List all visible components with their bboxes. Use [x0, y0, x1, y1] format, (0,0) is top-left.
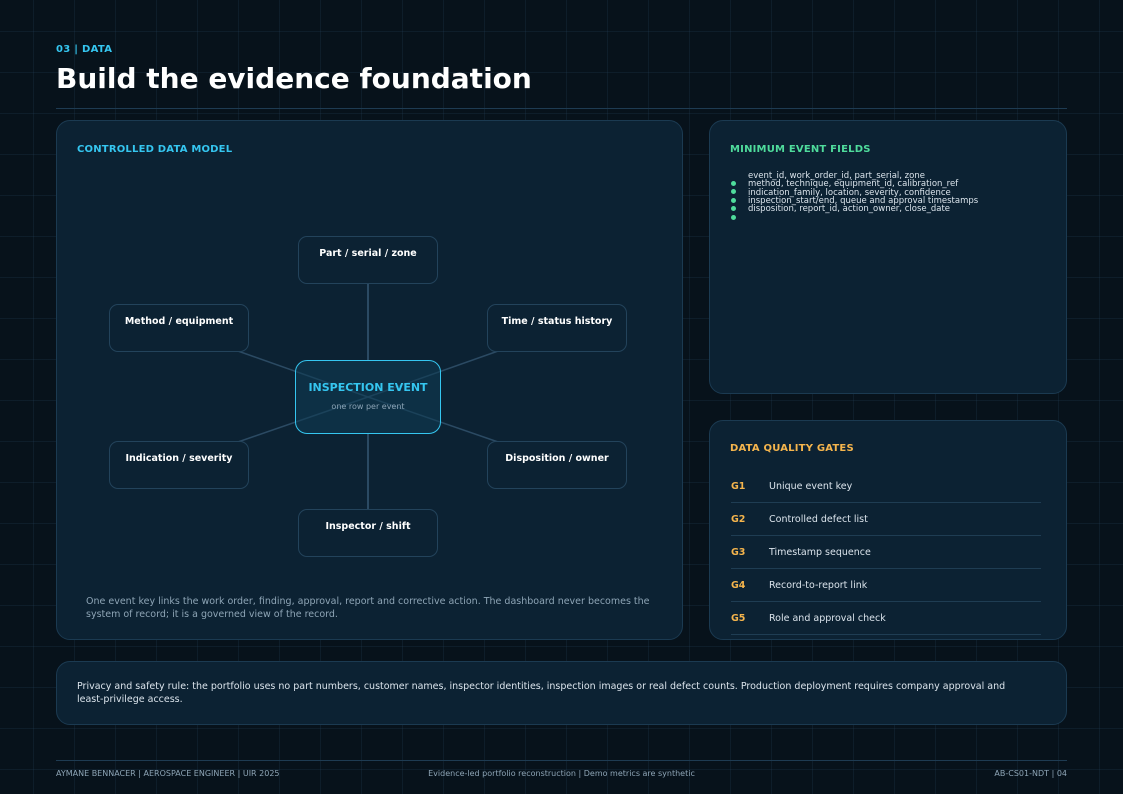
privacy-text: Privacy and safety rule: the portfolio u…: [77, 681, 1006, 705]
node-indication-severity: Indication / severity: [109, 441, 249, 489]
gate-row: G1 Unique event key: [731, 469, 1041, 503]
center-node-subtitle: one row per event: [331, 402, 405, 411]
quality-gates-heading: DATA QUALITY GATES: [730, 443, 854, 454]
footer-note: Evidence-led portfolio reconstruction | …: [428, 769, 695, 778]
node-inspector-shift: Inspector / shift: [298, 509, 438, 557]
bullet-dot: [731, 214, 736, 220]
footer-page-id: AB-CS01-NDT | 04: [994, 769, 1067, 778]
gate-label: Record-to-report link: [769, 580, 868, 591]
bullet-dot: [731, 189, 736, 195]
gate-label: Controlled defect list: [769, 514, 868, 525]
gate-row: G2 Controlled defect list: [731, 502, 1041, 536]
page-eyebrow: 03 | DATA: [56, 44, 113, 55]
gate-row: G4 Record-to-report link: [731, 568, 1041, 602]
center-node-title: INSPECTION EVENT: [308, 381, 428, 394]
quality-gates-panel: DATA QUALITY GATES G1 Unique event key G…: [709, 420, 1067, 640]
page-title: Build the evidence foundation: [56, 62, 532, 95]
gate-id: G5: [731, 613, 746, 624]
node-disposition-owner: Disposition / owner: [487, 441, 627, 489]
data-model-panel: CONTROLLED DATA MODEL Part / serial / zo…: [56, 120, 683, 640]
gate-id: G4: [731, 580, 746, 591]
data-model-diagram: Part / serial / zone Method / equipment …: [57, 121, 684, 641]
gate-label: Unique event key: [769, 481, 853, 492]
node-part-serial-zone: Part / serial / zone: [298, 236, 438, 284]
gate-id: G1: [731, 481, 746, 492]
bullet-dot: [731, 197, 736, 203]
gate-row: G5 Role and approval check: [731, 601, 1041, 635]
list-item: disposition, report_id, action_owner, cl…: [748, 204, 951, 215]
center-node-inspection-event: INSPECTION EVENT one row per event: [295, 360, 441, 434]
gate-label: Timestamp sequence: [769, 547, 871, 558]
event-fields-bullets: [731, 181, 736, 223]
event-fields-list: event_id, work_order_id, part_serial, zo…: [748, 172, 978, 215]
data-model-caption: One event key links the work order, find…: [86, 596, 650, 620]
bullet-dot: [731, 206, 736, 212]
gate-row: G3 Timestamp sequence: [731, 535, 1041, 569]
gate-id: G2: [731, 514, 746, 525]
footer-divider: [56, 760, 1067, 761]
gate-id: G3: [731, 547, 746, 558]
header-divider: [56, 108, 1067, 109]
bullet-dot: [731, 181, 736, 186]
event-fields-panel: MINIMUM EVENT FIELDS event_id, work_orde…: [709, 120, 1067, 394]
gate-label: Role and approval check: [769, 613, 886, 624]
node-method-equipment: Method / equipment: [109, 304, 249, 352]
privacy-panel: Privacy and safety rule: the portfolio u…: [56, 661, 1067, 725]
event-fields-heading: MINIMUM EVENT FIELDS: [730, 144, 871, 155]
node-time-status-history: Time / status history: [487, 304, 627, 352]
